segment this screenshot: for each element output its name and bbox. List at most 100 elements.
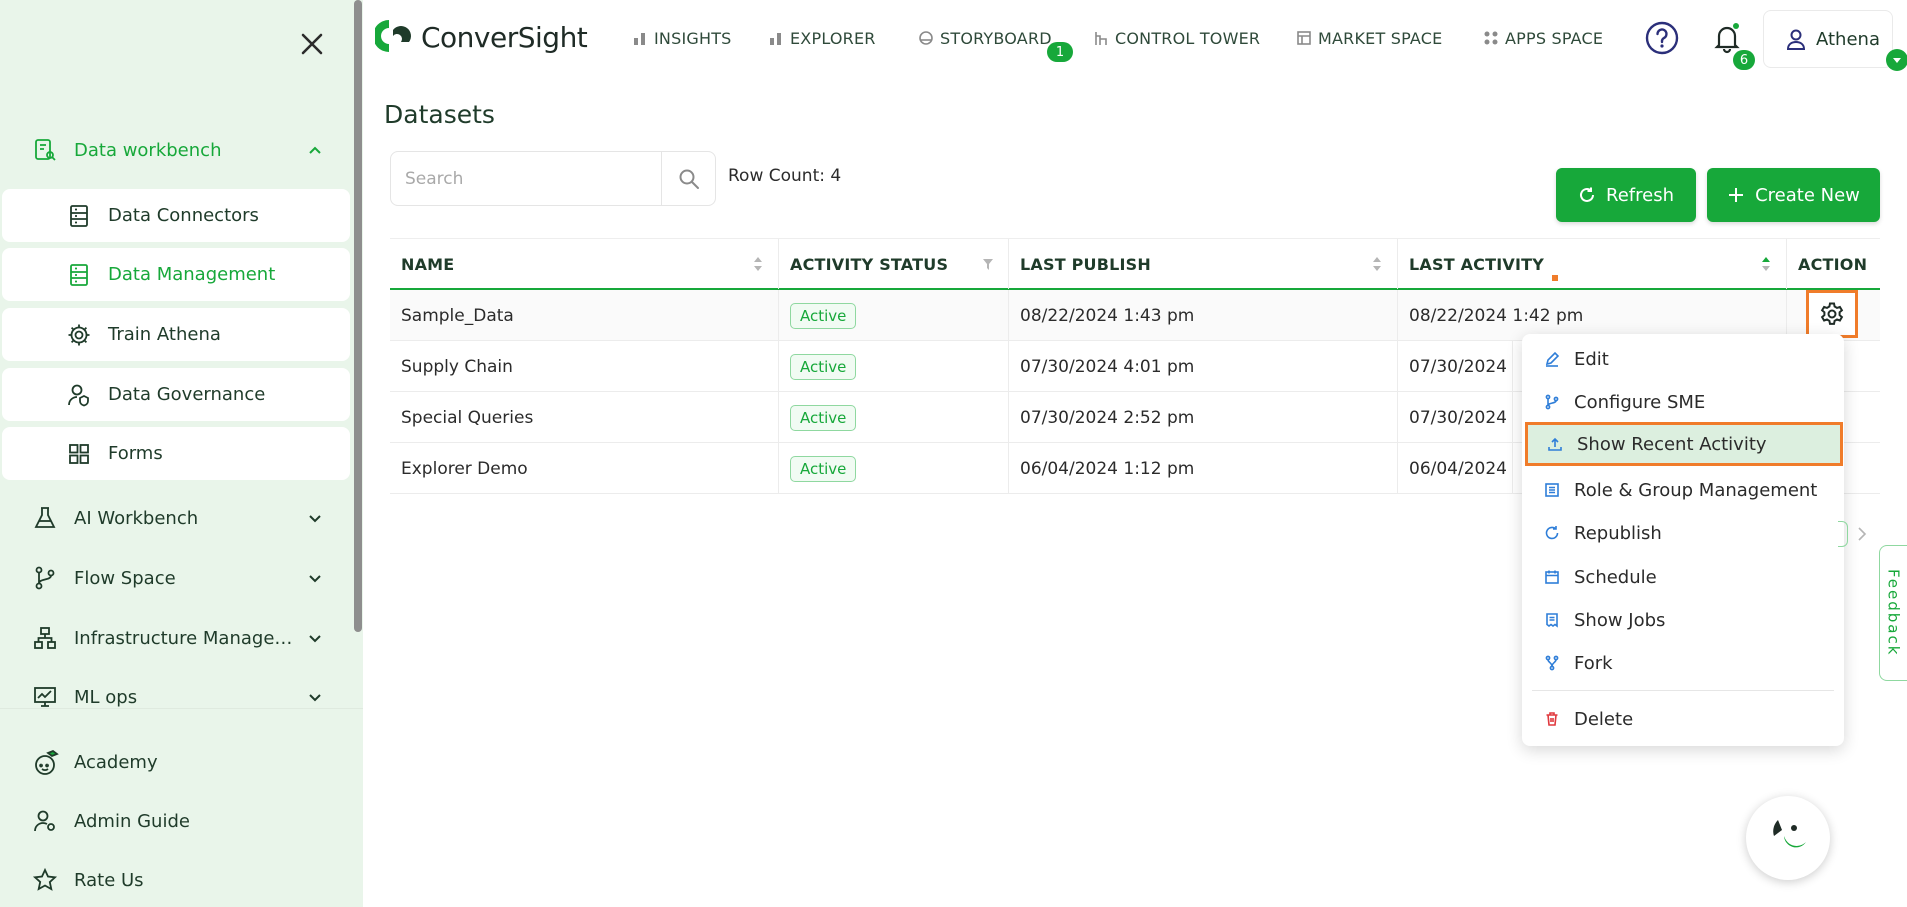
pagination-page-button[interactable] bbox=[1838, 521, 1848, 547]
sort-icon[interactable] bbox=[1371, 255, 1383, 273]
conversight-logo-icon bbox=[375, 18, 415, 56]
cell-status: Active bbox=[779, 443, 1009, 494]
gear-icon bbox=[66, 322, 92, 348]
sidebar-item-data-management[interactable]: Data Management bbox=[2, 248, 350, 301]
cell-status: Active bbox=[779, 392, 1009, 443]
nav-market-space[interactable]: MARKET SPACE bbox=[1296, 26, 1442, 50]
user-name: Athena bbox=[1816, 28, 1880, 50]
tower-icon bbox=[1093, 30, 1109, 46]
column-header-label: LAST PUBLISH bbox=[1020, 254, 1151, 274]
brand-logo[interactable]: ConverSight bbox=[375, 18, 588, 56]
sidebar-group-data-workbench[interactable]: Data workbench bbox=[0, 121, 352, 179]
menu-item-fork[interactable]: Fork bbox=[1522, 643, 1844, 683]
chart-monitor-icon bbox=[32, 684, 58, 710]
sort-ascending-icon[interactable] bbox=[1760, 255, 1772, 273]
search-icon[interactable] bbox=[661, 152, 715, 205]
menu-item-republish[interactable]: Republish bbox=[1522, 513, 1844, 553]
nav-control-tower[interactable]: CONTROL TOWER bbox=[1093, 26, 1260, 50]
sort-icon[interactable] bbox=[752, 255, 764, 273]
market-icon bbox=[1296, 30, 1312, 46]
sidebar-item-label: Admin Guide bbox=[74, 810, 190, 832]
column-header-action: ACTION bbox=[1787, 239, 1880, 289]
chevron-right-icon[interactable] bbox=[1854, 524, 1870, 544]
calendar-icon bbox=[1544, 569, 1560, 585]
top-navigation: ConverSight INSIGHTS EXPLORER STORYBOARD… bbox=[363, 0, 1907, 80]
cell-name: Supply Chain bbox=[390, 341, 779, 392]
sidebar-item-data-connectors[interactable]: Data Connectors bbox=[2, 189, 350, 242]
user-gear-icon bbox=[32, 808, 58, 834]
user-shield-icon bbox=[66, 382, 92, 408]
cell-name: Sample_Data bbox=[390, 290, 779, 341]
cell-status: Active bbox=[779, 290, 1009, 341]
column-header-last-activity[interactable]: LAST ACTIVITY bbox=[1398, 239, 1787, 289]
sidebar-item-academy[interactable]: Academy bbox=[0, 736, 352, 788]
nav-storyboard[interactable]: STORYBOARD bbox=[918, 26, 1052, 50]
status-badge: Active bbox=[790, 302, 857, 329]
chatbot-icon bbox=[1764, 814, 1812, 862]
refresh-button[interactable]: Refresh bbox=[1556, 168, 1696, 222]
search-box bbox=[390, 151, 716, 206]
server-icon bbox=[66, 203, 92, 229]
nav-explorer[interactable]: EXPLORER bbox=[768, 26, 876, 50]
column-header-last-publish[interactable]: LAST PUBLISH bbox=[1009, 239, 1398, 289]
sidebar-item-train-athena[interactable]: Train Athena bbox=[2, 308, 350, 361]
feedback-tab[interactable]: Feedback bbox=[1879, 545, 1907, 681]
menu-item-role-group-management[interactable]: Role & Group Management bbox=[1522, 470, 1844, 510]
cursor-marker bbox=[1552, 275, 1558, 281]
sidebar-group-label: Data workbench bbox=[74, 139, 222, 161]
chevron-down-icon bbox=[306, 509, 324, 527]
nav-label: INSIGHTS bbox=[654, 28, 732, 48]
nav-label: MARKET SPACE bbox=[1318, 28, 1443, 48]
menu-item-schedule[interactable]: Schedule bbox=[1522, 557, 1844, 597]
user-menu-button[interactable]: Athena bbox=[1763, 10, 1893, 68]
help-icon[interactable] bbox=[1644, 20, 1680, 56]
search-input[interactable] bbox=[391, 152, 661, 205]
sidebar-group-flow-space[interactable]: Flow Space bbox=[0, 549, 352, 607]
refresh-icon bbox=[1544, 525, 1560, 541]
cell-status: Active bbox=[779, 341, 1009, 392]
nav-label: APPS SPACE bbox=[1505, 28, 1604, 48]
sidebar-item-rate-us[interactable]: Rate Us bbox=[0, 854, 352, 906]
list-icon bbox=[1544, 482, 1560, 498]
chevron-up-icon bbox=[306, 141, 324, 159]
menu-item-label: Configure SME bbox=[1574, 391, 1706, 413]
menu-item-configure-sme[interactable]: Configure SME bbox=[1522, 382, 1844, 422]
sidebar-scrollbar[interactable] bbox=[354, 0, 362, 632]
sidebar-group-ai-workbench[interactable]: AI Workbench bbox=[0, 489, 352, 547]
filter-icon[interactable] bbox=[982, 255, 994, 273]
column-header-name[interactable]: NAME bbox=[390, 239, 779, 289]
sidebar-item-admin-guide[interactable]: Admin Guide bbox=[0, 795, 352, 847]
sidebar-group-infrastructure[interactable]: Infrastructure Manage… bbox=[0, 609, 352, 667]
fork-icon bbox=[1544, 655, 1560, 671]
menu-item-show-recent-activity[interactable]: Show Recent Activity bbox=[1525, 422, 1843, 466]
trash-icon bbox=[1544, 711, 1560, 727]
page-title: Datasets bbox=[384, 100, 495, 129]
status-badge: Active bbox=[790, 455, 857, 482]
chatbot-launcher-button[interactable] bbox=[1746, 796, 1830, 880]
data-workbench-icon bbox=[32, 137, 58, 163]
document-icon bbox=[1544, 612, 1560, 628]
sidebar-item-label: Train Athena bbox=[108, 324, 221, 345]
close-icon[interactable] bbox=[296, 28, 328, 60]
bar-chart-icon bbox=[632, 30, 648, 46]
sidebar-item-label: Forms bbox=[108, 443, 163, 464]
sidebar-item-forms[interactable]: Forms bbox=[2, 427, 350, 480]
storyboard-badge: 1 bbox=[1047, 42, 1073, 62]
menu-item-edit[interactable]: Edit bbox=[1522, 339, 1844, 379]
menu-item-label: Show Recent Activity bbox=[1577, 433, 1767, 455]
menu-item-delete[interactable]: Delete bbox=[1522, 699, 1844, 739]
chevron-down-icon bbox=[306, 688, 324, 706]
cell-last-publish: 07/30/2024 4:01 pm bbox=[1009, 341, 1398, 392]
nav-insights[interactable]: INSIGHTS bbox=[632, 26, 732, 50]
star-icon bbox=[32, 867, 58, 893]
caret-down-icon[interactable] bbox=[1886, 49, 1907, 71]
status-badge: Active bbox=[790, 404, 857, 431]
nav-apps-space[interactable]: APPS SPACE bbox=[1483, 26, 1603, 50]
menu-item-label: Fork bbox=[1574, 652, 1613, 674]
sidebar-group-label: Infrastructure Manage… bbox=[74, 627, 293, 649]
sidebar-item-data-governance[interactable]: Data Governance bbox=[2, 368, 350, 421]
menu-item-show-jobs[interactable]: Show Jobs bbox=[1522, 600, 1844, 640]
create-new-button[interactable]: Create New bbox=[1707, 168, 1880, 222]
column-header-activity-status[interactable]: ACTIVITY STATUS bbox=[779, 239, 1009, 289]
row-action-gear-button[interactable] bbox=[1806, 290, 1858, 338]
